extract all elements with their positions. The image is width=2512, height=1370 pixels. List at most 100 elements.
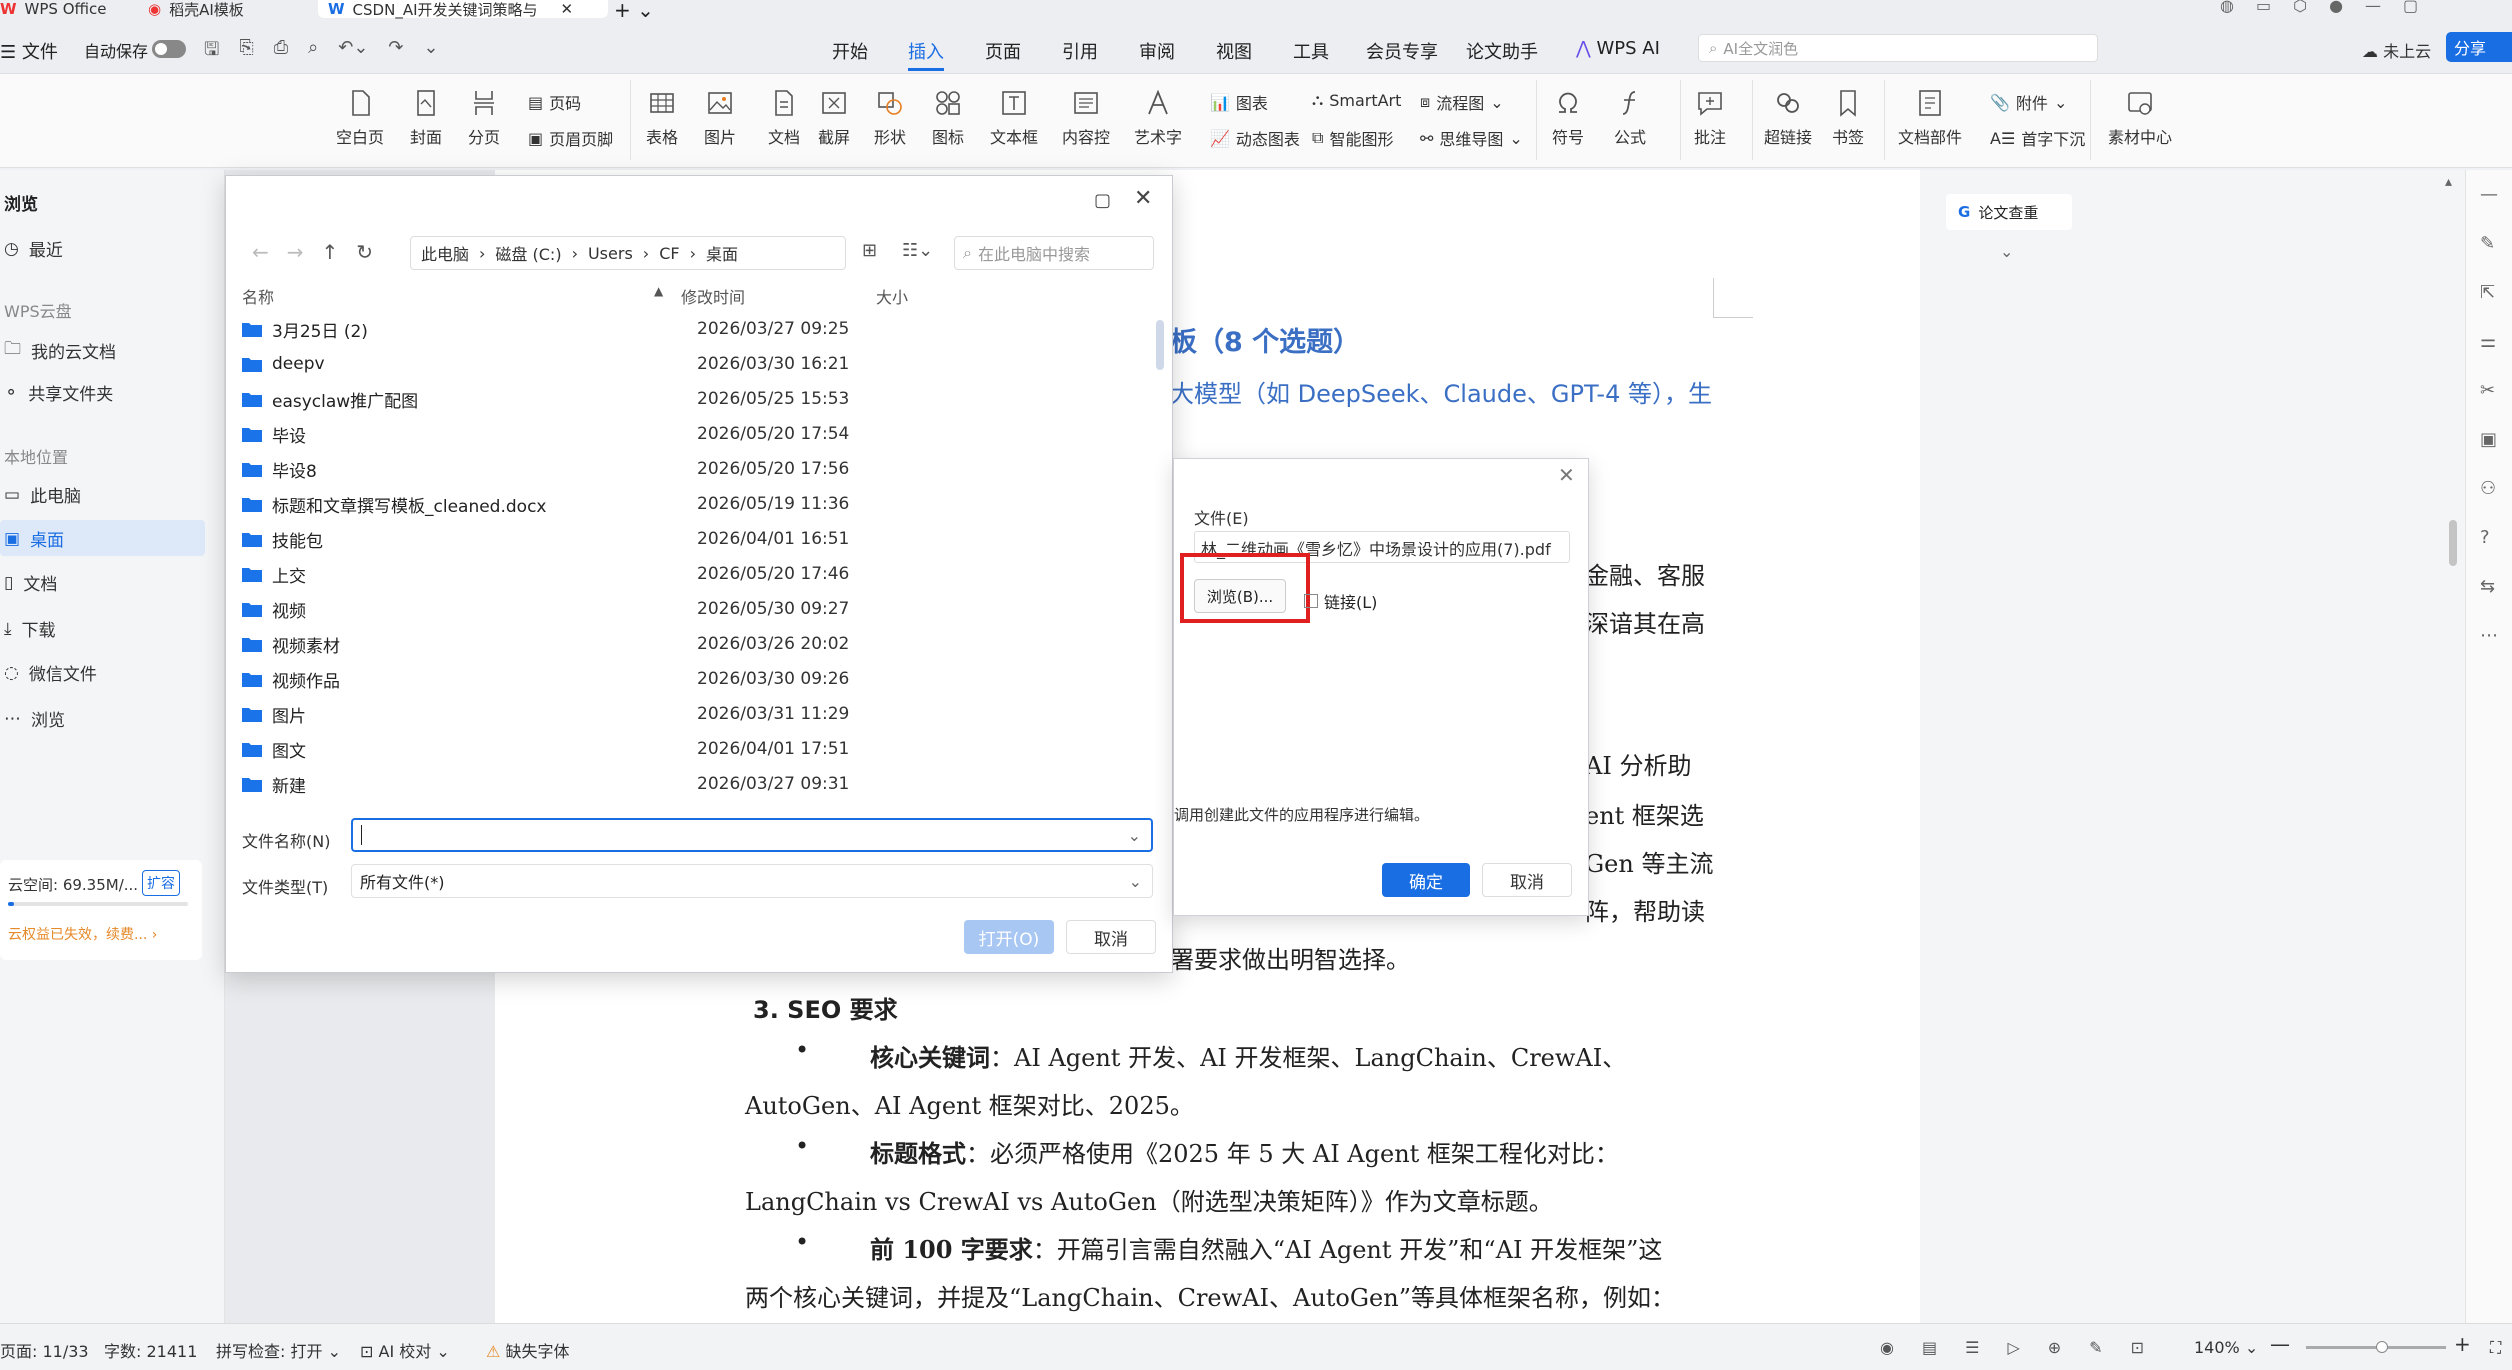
play-icon[interactable]: ▷: [2007, 1338, 2019, 1357]
file-row[interactable]: 3月25日 (2) 2026/03/27 09:25: [242, 312, 849, 346]
breadcrumb-item[interactable]: 此电脑: [421, 241, 469, 265]
forward-arrow-icon[interactable]: →: [287, 240, 304, 264]
page-indicator[interactable]: 页面: 11/33: [0, 1338, 89, 1362]
file-row[interactable]: 毕设 2026/05/20 17:54: [242, 417, 849, 451]
more-icon[interactable]: ⌄: [424, 37, 439, 67]
fit-icon[interactable]: ⊡: [2131, 1338, 2144, 1357]
menu-start[interactable]: 开始: [832, 38, 868, 64]
smartart-button[interactable]: ⛬ SmartArt: [1312, 90, 1401, 110]
share-tool-icon[interactable]: ⚇: [2480, 478, 2498, 499]
new-folder-icon[interactable]: ⊞: [862, 240, 877, 261]
file-row[interactable]: 上交 2026/05/20 17:46: [242, 557, 849, 591]
refresh-icon[interactable]: ↻: [356, 240, 373, 264]
sliders-icon[interactable]: ⚌: [2480, 331, 2498, 352]
restore-icon[interactable]: ▢: [2403, 0, 2418, 15]
comment-button[interactable]: 批注: [1694, 88, 1726, 148]
chart-button[interactable]: 📊 图表: [1210, 90, 1268, 114]
file-row[interactable]: deepv 2026/03/30 16:21: [242, 347, 849, 381]
picture-button[interactable]: 图片: [704, 88, 736, 148]
page-break-button[interactable]: 分页: [468, 88, 500, 148]
col-size-header[interactable]: 大小: [876, 284, 908, 308]
nav-browse[interactable]: ⋯ 浏览: [4, 706, 65, 732]
tools-icon[interactable]: ✂: [2480, 380, 2498, 401]
textbox-button[interactable]: 文本框: [990, 88, 1038, 148]
mindmap-button[interactable]: ⚯ 思维导图 ⌄: [1420, 126, 1523, 150]
wordart-button[interactable]: 艺术字: [1134, 88, 1182, 148]
cover-button[interactable]: 封面: [410, 88, 442, 148]
breadcrumb[interactable]: 此电脑 › 磁盘 (C:) › Users › CF › 桌面: [410, 236, 846, 270]
scrollbar-thumb[interactable]: [2449, 520, 2457, 566]
zoom-in-icon[interactable]: +: [2454, 1332, 2471, 1356]
web-view-icon[interactable]: ⊕: [2048, 1338, 2061, 1357]
breadcrumb-item[interactable]: CF: [659, 244, 679, 263]
eye-icon[interactable]: ◉: [1880, 1338, 1894, 1357]
object-cancel-button[interactable]: 取消: [1482, 863, 1572, 897]
nav-desktop[interactable]: ▣ 桌面: [4, 526, 64, 552]
search-input[interactable]: ⌕ AI全文润色: [1698, 34, 2098, 62]
file-row[interactable]: 技能包 2026/04/01 16:51: [242, 522, 849, 556]
file-row[interactable]: 新建 2026/03/27 09:31: [242, 767, 849, 801]
file-menu[interactable]: ☰ 文件: [0, 38, 58, 64]
file-search-input[interactable]: ⌕ 在此电脑中搜索: [954, 236, 1154, 270]
menu-member[interactable]: 会员专享: [1366, 38, 1438, 64]
hyperlink-button[interactable]: 超链接: [1764, 88, 1812, 148]
zoom-level[interactable]: 140% ⌄: [2194, 1338, 2258, 1357]
nav-recent[interactable]: ◷ 最近: [4, 236, 63, 262]
view-mode-icon[interactable]: ☷⌄: [902, 240, 933, 261]
share-button[interactable]: 分享: [2446, 32, 2512, 62]
file-row[interactable]: easyclaw推广配图 2026/05/25 15:53: [242, 382, 849, 416]
col-name-header[interactable]: 名称: [242, 284, 274, 308]
image-tool-icon[interactable]: ▣: [2480, 429, 2498, 450]
material-center-button[interactable]: 素材中心: [2108, 88, 2172, 148]
translate-icon[interactable]: ⇆: [2480, 576, 2498, 597]
menu-reference[interactable]: 引用: [1062, 38, 1098, 64]
autosave-toggle[interactable]: [152, 40, 186, 58]
scrollbar-thumb[interactable]: [1156, 320, 1164, 370]
up-arrow-icon[interactable]: ↑: [322, 240, 339, 264]
spell-check[interactable]: 拼写检查: 打开 ⌄: [216, 1338, 341, 1362]
tab-csdn-doc[interactable]: W CSDN_AI开发关键词策略与 ✕: [318, 0, 608, 19]
missing-font[interactable]: ⚠ 缺失字体: [486, 1338, 569, 1362]
table-button[interactable]: 表格: [646, 88, 678, 148]
ai-check[interactable]: ⊡ AI 校对 ⌄: [360, 1338, 450, 1362]
symbol-button[interactable]: 符号: [1552, 88, 1584, 148]
file-row[interactable]: 图文 2026/04/01 17:51: [242, 732, 849, 766]
bookmark-button[interactable]: 书签: [1832, 88, 1864, 148]
breadcrumb-item[interactable]: Users: [588, 244, 633, 263]
nav-my-cloud[interactable]: 🗀 我的云文档: [4, 336, 116, 365]
chevron-down-icon[interactable]: ⌄: [2000, 242, 2013, 261]
print-icon[interactable]: ⎙: [274, 37, 288, 67]
cube-icon[interactable]: ⬡: [2293, 0, 2307, 15]
doc-parts-button[interactable]: 文档部件: [1898, 88, 1962, 148]
menu-tools[interactable]: 工具: [1293, 38, 1329, 64]
chevron-down-icon[interactable]: ⌄: [1128, 826, 1141, 845]
page-view-icon[interactable]: ▤: [1922, 1338, 1937, 1357]
save-icon[interactable]: 🖫: [204, 37, 219, 67]
cloud-status[interactable]: ☁ 未上云: [2362, 38, 2431, 62]
close-icon[interactable]: ✕: [1558, 463, 1575, 487]
pen-icon[interactable]: ✎: [2480, 233, 2498, 254]
outline-view-icon[interactable]: ☰: [1965, 1338, 1979, 1357]
file-row[interactable]: 视频作品 2026/03/30 09:26: [242, 662, 849, 696]
fullscreen-icon[interactable]: ⛶: [2490, 1338, 2501, 1358]
page-number-button[interactable]: ▤ 页码: [528, 90, 581, 114]
tablet-icon[interactable]: ▭: [2256, 0, 2271, 15]
zoom-slider-thumb[interactable]: [2376, 1341, 2388, 1353]
minimize-icon[interactable]: —: [2365, 0, 2381, 15]
close-icon[interactable]: ✕: [1134, 186, 1152, 211]
word-count[interactable]: 字数: 21411: [104, 1338, 197, 1362]
tab-wps-office[interactable]: W WPS Office: [0, 0, 107, 18]
content-control-button[interactable]: 内容控: [1062, 88, 1110, 148]
menu-insert[interactable]: 插入: [908, 38, 944, 71]
nav-this-pc[interactable]: ▭ 此电脑: [4, 482, 81, 508]
header-footer-button[interactable]: ▣ 页眉页脚: [528, 126, 613, 150]
col-modified-header[interactable]: 修改时间: [681, 284, 745, 307]
preview-icon[interactable]: ⌕: [308, 37, 318, 67]
maximize-icon[interactable]: ▢: [1094, 190, 1111, 211]
nav-wechat[interactable]: ◌ 微信文件: [4, 660, 97, 686]
paper-check-button[interactable]: G 论文查重: [1946, 194, 2072, 230]
ai-icon[interactable]: ◍: [2220, 0, 2234, 15]
avatar[interactable]: ●: [2329, 0, 2343, 15]
file-row[interactable]: 标题和文章撰写模板_cleaned.docx 2026/05/19 11:36: [242, 487, 849, 521]
breadcrumb-item[interactable]: 磁盘 (C:): [495, 241, 561, 265]
